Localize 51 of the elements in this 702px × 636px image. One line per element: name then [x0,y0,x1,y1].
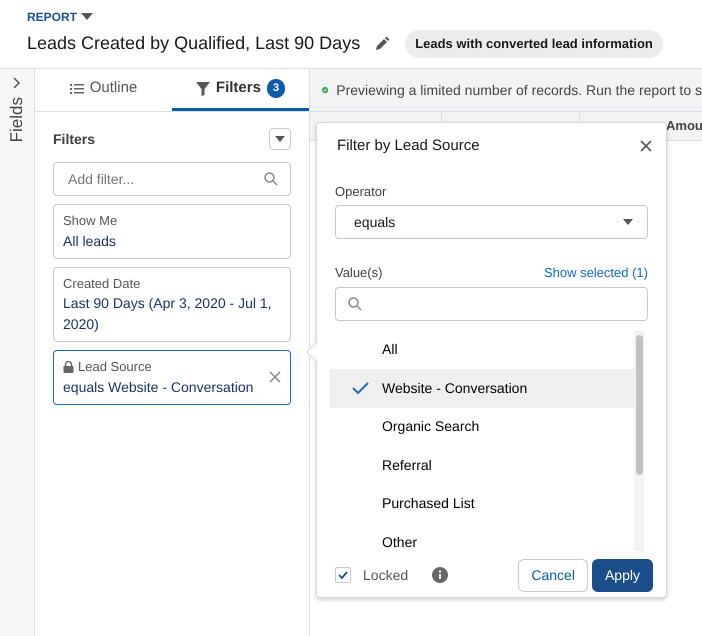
filter-value: All leads [63,232,117,250]
report-type-pill: Leads with converted lead information [405,30,663,58]
values-search-field[interactable] [335,286,648,320]
filter-icon [196,82,210,96]
chevron-right-icon[interactable] [13,77,21,89]
check-icon [338,571,348,579]
values-label: Value(s) [335,264,382,282]
info-icon[interactable] [432,567,448,583]
report-label: REPORT [27,9,78,26]
operator-value: equals [354,212,396,232]
fields-tab[interactable]: Fields [4,97,30,142]
locked-label: Locked [363,566,408,584]
dropdown-button[interactable] [269,128,291,150]
column-header[interactable]: Amou [666,116,702,136]
option-item[interactable]: Other [330,523,638,550]
popover-title: Filter by Lead Source [337,136,480,156]
caret-icon [275,136,285,142]
scrollbar[interactable] [634,330,644,550]
locked-checkbox[interactable] [335,567,351,583]
filter-value: equals Website - Conversation [63,378,254,397]
filter-label: Created Date [63,274,140,292]
report-title: Leads Created by Qualified, Last 90 Days [27,32,360,56]
caret-icon [623,218,633,226]
option-item[interactable]: All [330,330,638,369]
preview-message: Previewing a limited number of records. Run the report to s [336,80,702,100]
apply-button[interactable]: Apply [592,558,653,592]
filter-value: Last 90 Days (Apr 3, 2020 - Jul 1, 2020) [63,294,273,334]
cancel-button[interactable]: Cancel [518,558,588,592]
filter-card[interactable]: Created Date Last 90 Days (Apr 3, 2020 - Jul 1, 2020) [53,266,291,342]
caret-icon[interactable] [81,13,94,21]
filter-card[interactable]: Lead Source equals Website - Conversation [53,350,291,404]
operator-label: Operator [335,182,388,201]
tab[interactable]: Outline [35,69,172,111]
option-item[interactable]: Organic Search [330,408,638,446]
filters-heading: Filters [53,130,96,148]
option-item[interactable]: Referral [330,446,638,484]
show-selected-link[interactable]: Show selected (1) [544,263,648,282]
filter-card[interactable]: Show Me All leads [53,204,291,258]
close-button[interactable] [640,140,652,152]
filter-label: Lead Source [78,358,152,376]
filter-label: Show Me [63,212,118,230]
search-icon [264,172,278,186]
add-filter-field[interactable]: Add filter... [53,162,291,196]
list-icon [70,82,84,94]
pencil-icon[interactable] [376,37,390,50]
operator-select[interactable]: equals [335,205,648,239]
search-icon [348,296,362,310]
count-badge: 3 [266,79,286,98]
option-item[interactable]: Purchased List [330,484,638,523]
remove-icon[interactable] [269,371,281,384]
check-icon [352,382,369,395]
